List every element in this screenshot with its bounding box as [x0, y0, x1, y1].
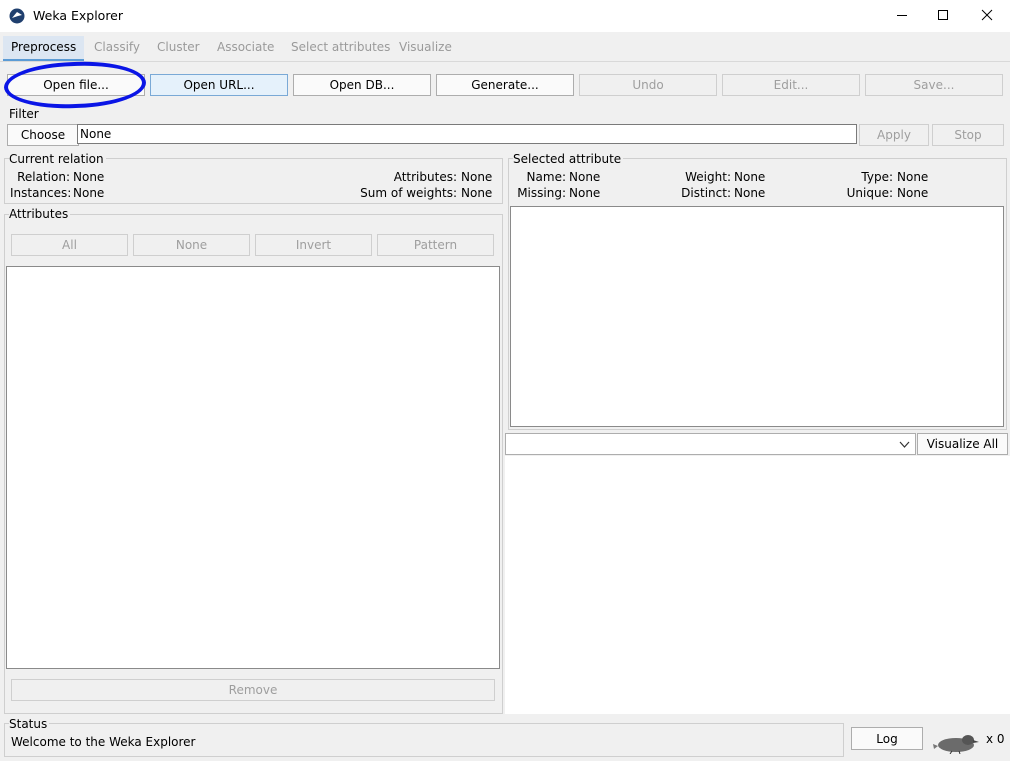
unique-label: Unique: [846, 186, 893, 200]
relation-label: Relation: [17, 170, 70, 184]
instances-label: Instances: [10, 186, 72, 200]
visualization-area [505, 456, 1010, 714]
weka-app-icon [9, 8, 25, 24]
name-label: Name: [526, 170, 566, 184]
visualize-all-button[interactable]: Visualize All [917, 433, 1008, 455]
tab-classify[interactable]: Classify [86, 36, 148, 61]
relation-value: None [73, 170, 105, 184]
title-bar: Weka Explorer [0, 0, 1010, 32]
open-url-button[interactable]: Open URL... [150, 74, 288, 96]
save-button[interactable]: Save... [865, 74, 1003, 96]
attributes-label: Attributes [9, 207, 71, 221]
missing-value: None [569, 186, 601, 200]
current-relation-label: Current relation [9, 152, 106, 166]
log-button[interactable]: Log [851, 727, 923, 750]
chevron-down-icon [899, 439, 910, 453]
class-attribute-select[interactable] [505, 433, 916, 455]
unique-value: None [897, 186, 929, 200]
tab-visualize[interactable]: Visualize [391, 36, 460, 61]
open-file-button[interactable]: Open file... [7, 74, 145, 96]
minimize-button[interactable] [880, 0, 924, 32]
instances-value: None [73, 186, 105, 200]
sum-weights-label: Sum of weights: [360, 186, 457, 200]
attributes-count-value: None [461, 170, 493, 184]
type-label: Type: [861, 170, 893, 184]
invert-button[interactable]: Invert [255, 234, 372, 256]
weka-bird-icon [932, 732, 980, 757]
name-value: None [569, 170, 601, 184]
filter-field[interactable]: None [77, 124, 857, 144]
weight-label: Weight: [685, 170, 731, 184]
remove-button[interactable]: Remove [11, 679, 495, 701]
tab-cluster[interactable]: Cluster [149, 36, 208, 61]
tab-divider [0, 61, 1010, 62]
tab-select-attributes[interactable]: Select attributes [283, 36, 398, 61]
tab-preprocess[interactable]: Preprocess [3, 36, 85, 61]
filter-label: Filter [9, 107, 39, 121]
selected-attribute-label: Selected attribute [513, 152, 624, 166]
stop-button[interactable]: Stop [932, 124, 1004, 146]
choose-filter-button[interactable]: Choose [7, 124, 79, 146]
select-all-button[interactable]: All [11, 234, 128, 256]
close-icon [981, 9, 993, 24]
sum-weights-value: None [461, 186, 493, 200]
status-label: Status [9, 717, 50, 731]
maximize-icon [937, 9, 949, 24]
generate-button[interactable]: Generate... [436, 74, 574, 96]
attributes-count-label: Attributes: [393, 170, 457, 184]
pattern-button[interactable]: Pattern [377, 234, 494, 256]
minimize-icon [896, 9, 908, 24]
edit-button[interactable]: Edit... [722, 74, 860, 96]
status-message: Welcome to the Weka Explorer [11, 735, 196, 749]
missing-label: Missing: [517, 186, 566, 200]
distinct-value: None [734, 186, 766, 200]
distinct-label: Distinct: [681, 186, 731, 200]
attributes-list[interactable] [6, 266, 500, 669]
attribute-statistics-table[interactable] [510, 206, 1004, 427]
close-button[interactable] [965, 0, 1009, 32]
select-none-button[interactable]: None [133, 234, 250, 256]
task-count: x 0 [986, 732, 1005, 746]
type-value: None [897, 170, 929, 184]
window-title: Weka Explorer [33, 8, 124, 23]
weight-value: None [734, 170, 766, 184]
apply-button[interactable]: Apply [859, 124, 929, 146]
open-db-button[interactable]: Open DB... [293, 74, 431, 96]
undo-button[interactable]: Undo [579, 74, 717, 96]
tab-associate[interactable]: Associate [209, 36, 282, 61]
maximize-button[interactable] [921, 0, 965, 32]
